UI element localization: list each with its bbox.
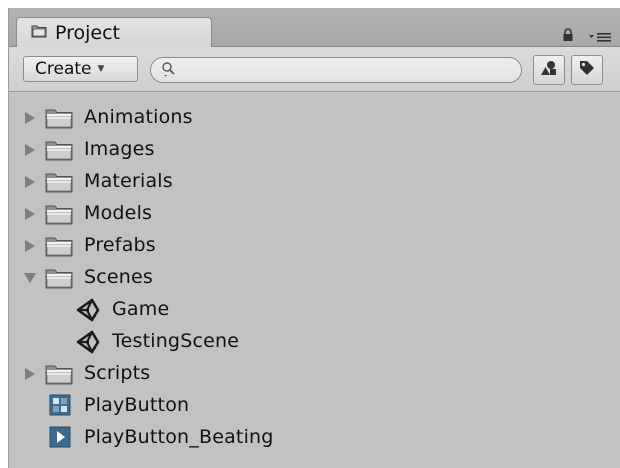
create-button[interactable]: Create ▼ [23, 56, 138, 82]
tree-item-materials[interactable]: Materials [9, 166, 620, 198]
toolbar: Create ▼ [9, 47, 620, 92]
tree-item-scenes[interactable]: Scenes [9, 262, 620, 294]
tree-item-playbutton[interactable]: PlayButton [9, 390, 620, 422]
folder-icon [45, 363, 73, 389]
tree-item-label: Animations [84, 106, 193, 128]
tree-item-label: Scripts [84, 362, 151, 384]
collapsed-arrow-icon[interactable] [23, 143, 37, 157]
folder-icon [45, 171, 73, 197]
unity-scene-icon [75, 298, 101, 326]
collapsed-arrow-icon[interactable] [23, 207, 37, 221]
search-input[interactable] [181, 61, 505, 81]
animation-clip-icon [49, 426, 71, 452]
tree-item-label: TestingScene [112, 330, 240, 352]
tree-item-label: Game [112, 298, 170, 320]
tree-item-label: Materials [84, 170, 173, 192]
sprite-icon [49, 394, 71, 420]
tree-item-scripts[interactable]: Scripts [9, 358, 620, 390]
filter-by-type-button[interactable] [533, 55, 565, 85]
lock-icon[interactable] [562, 27, 574, 46]
tree-item-images[interactable]: Images [9, 134, 620, 166]
folder-icon [45, 235, 73, 261]
tree-item-label: Prefabs [84, 234, 156, 256]
collapsed-arrow-icon[interactable] [23, 111, 37, 125]
collapsed-arrow-icon[interactable] [23, 367, 37, 381]
tree-item-testingscene[interactable]: TestingScene [9, 326, 620, 358]
filter-by-label-button[interactable] [571, 55, 603, 85]
tag-icon [578, 59, 596, 81]
dropdown-arrow-icon: ▼ [97, 64, 105, 74]
tree-item-label: Images [84, 138, 155, 160]
tree-item-animations[interactable]: Animations [9, 102, 620, 134]
folder-icon [45, 139, 73, 165]
folder-icon [31, 23, 47, 42]
tree-item-prefabs[interactable]: Prefabs [9, 230, 620, 262]
folder-icon [45, 267, 73, 293]
tree-item-label: PlayButton [84, 394, 190, 416]
search-icon [161, 61, 177, 81]
tab-project[interactable]: Project [16, 17, 212, 47]
folder-icon [45, 107, 73, 133]
context-menu-icon[interactable] [589, 28, 613, 47]
expanded-arrow-icon[interactable] [23, 271, 37, 285]
tree-item-game[interactable]: Game [9, 294, 620, 326]
tree-item-label: Scenes [84, 266, 154, 288]
shapes-icon [540, 60, 558, 80]
folder-icon [45, 203, 73, 229]
tree-item-models[interactable]: Models [9, 198, 620, 230]
asset-tree: Animations Images Materials Models Prefabs Sc… [9, 92, 620, 468]
tree-item-playbutton-beating[interactable]: PlayButton_Beating [9, 422, 620, 454]
search-field[interactable] [150, 57, 522, 83]
tree-item-label: Models [84, 202, 153, 224]
tree-item-label: PlayButton_Beating [84, 426, 274, 448]
collapsed-arrow-icon[interactable] [23, 239, 37, 253]
create-label: Create [35, 59, 92, 79]
project-window: Project Create ▼ Animations Images Mater… [8, 8, 620, 468]
unity-scene-icon [75, 330, 101, 358]
tab-bar: Project [9, 8, 620, 47]
tab-title: Project [55, 21, 121, 44]
collapsed-arrow-icon[interactable] [23, 175, 37, 189]
